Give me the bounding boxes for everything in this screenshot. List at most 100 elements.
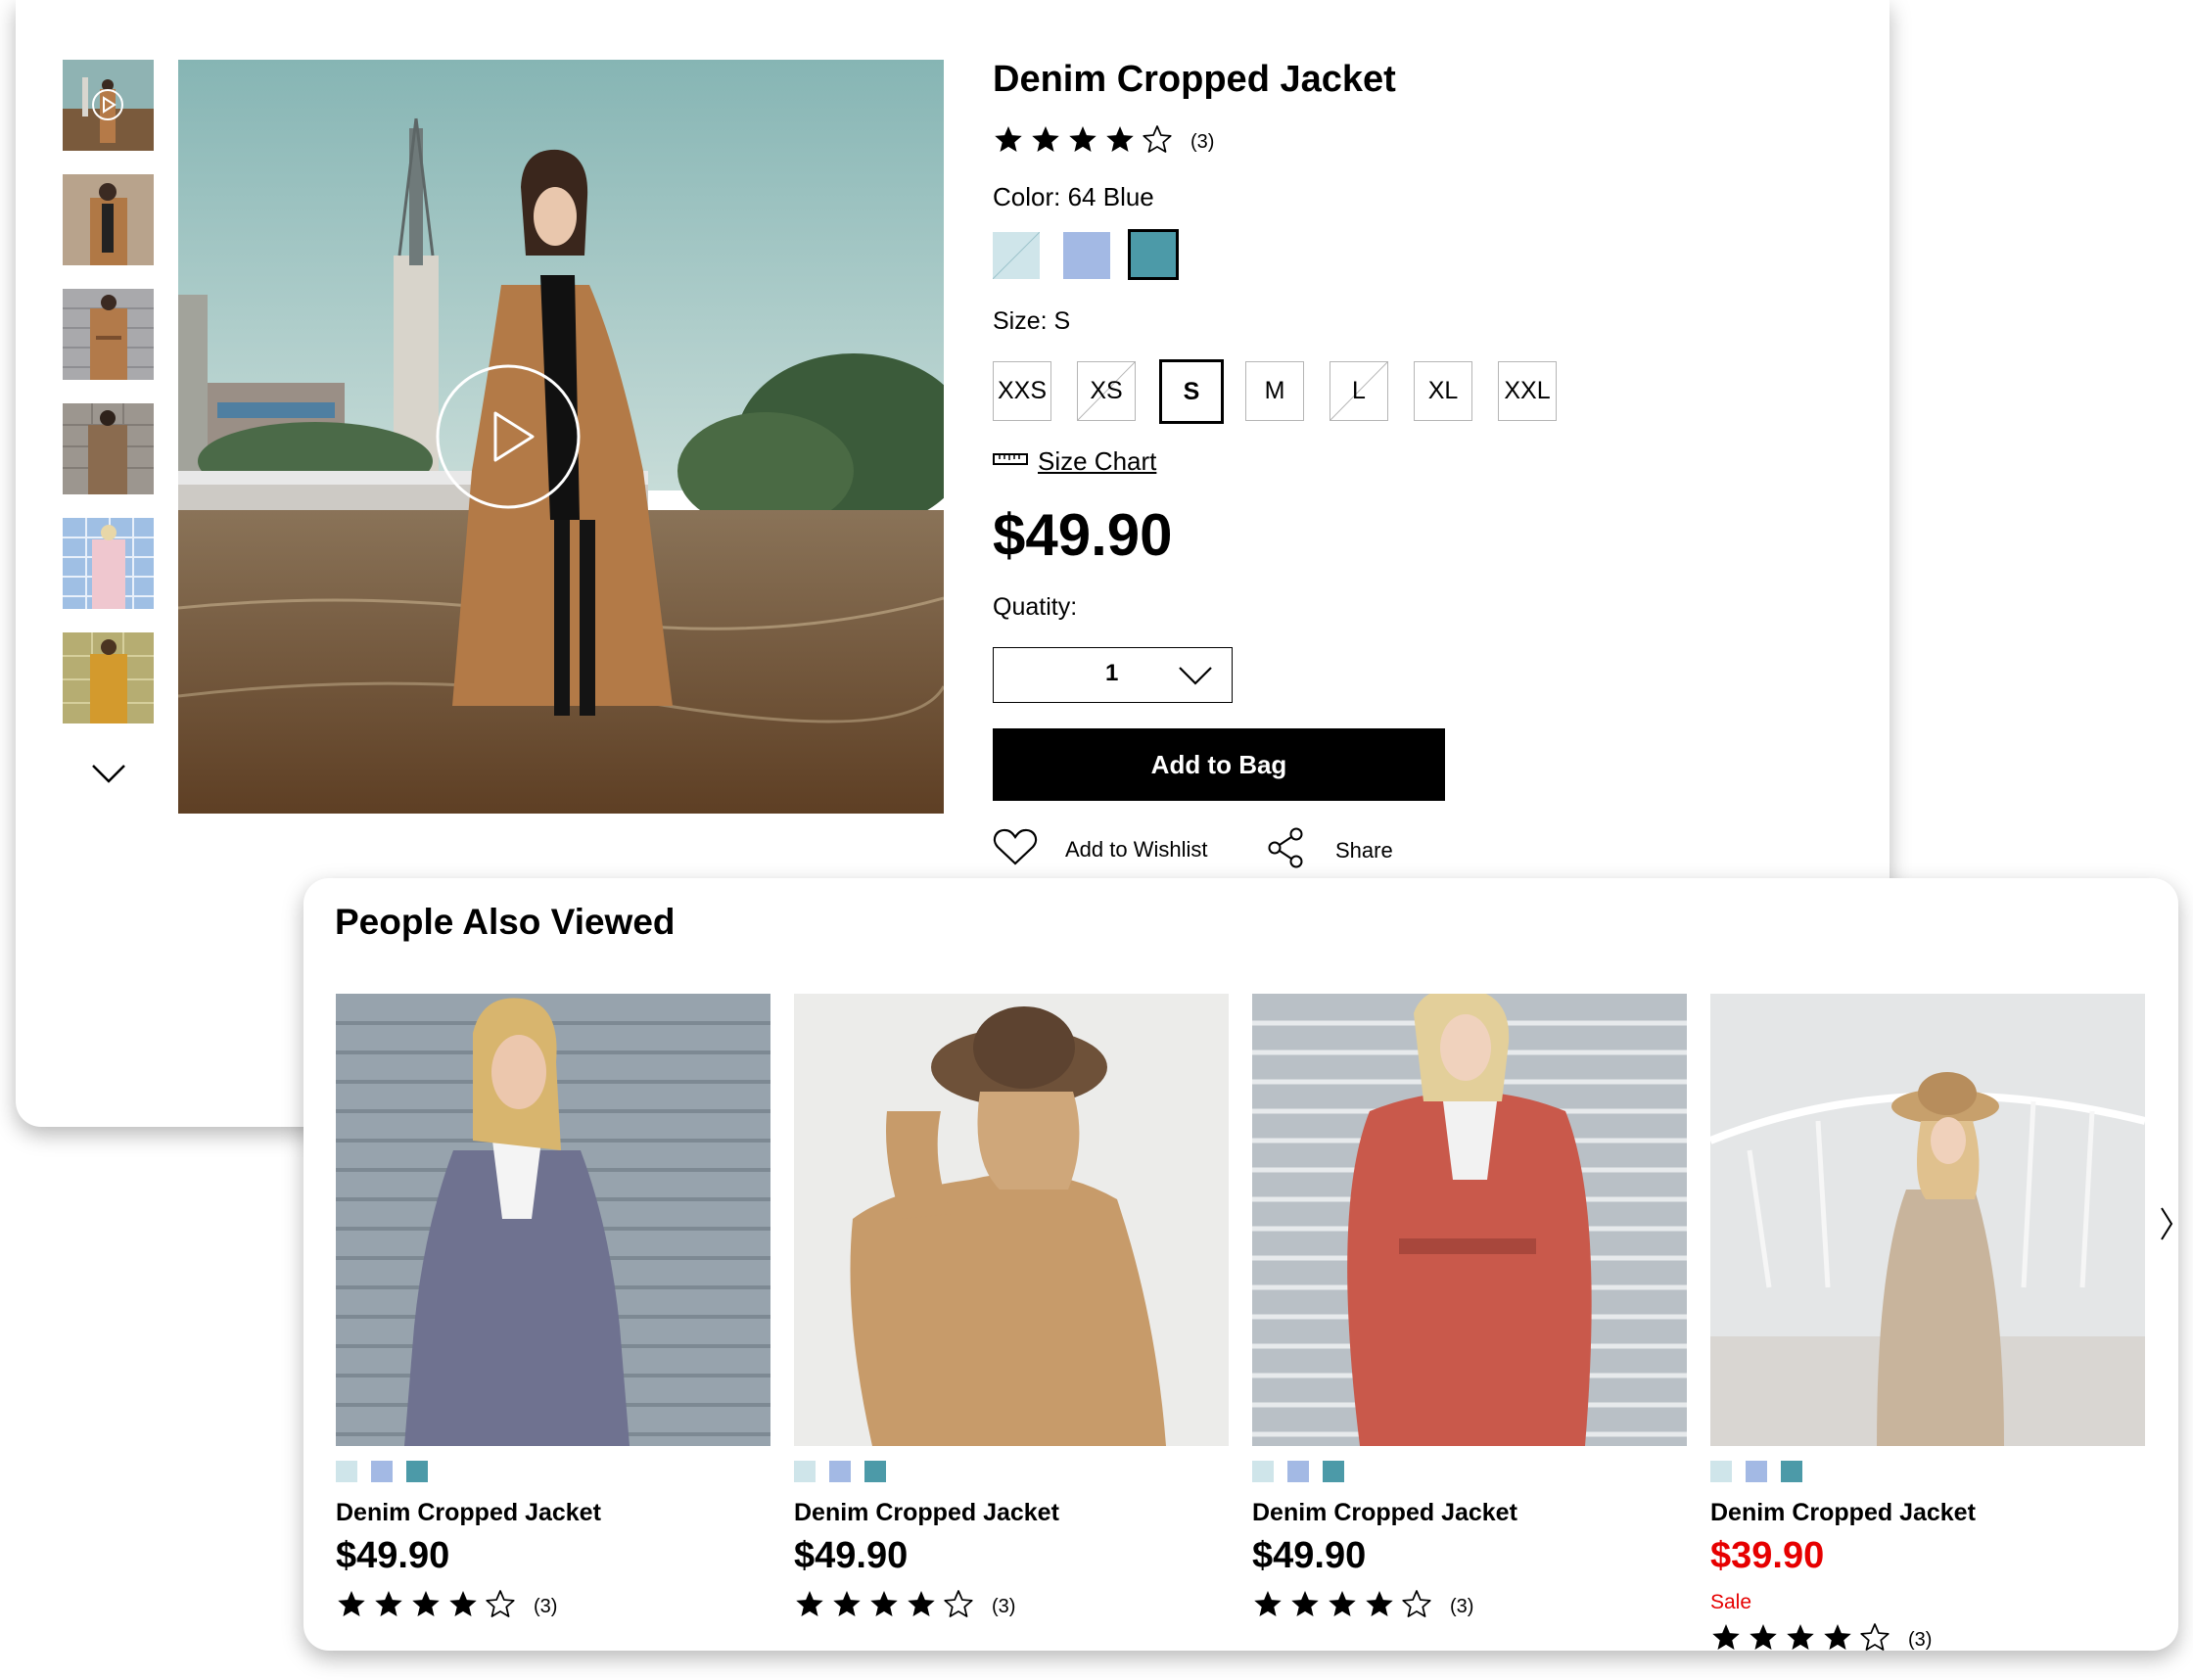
star-empty-icon	[943, 1589, 974, 1625]
color-swatch[interactable]	[336, 1461, 357, 1482]
color-swatch-teal-selected[interactable]	[1128, 229, 1179, 280]
review-count: (3)	[534, 1596, 558, 1617]
recommended-product-image[interactable]	[336, 994, 770, 1446]
star-filled-icon	[794, 1589, 825, 1625]
star-filled-icon	[336, 1589, 367, 1625]
star-empty-icon	[485, 1589, 516, 1625]
color-swatch[interactable]	[1746, 1461, 1767, 1482]
size-option-m[interactable]: M	[1245, 361, 1304, 421]
gallery-thumbnail[interactable]	[63, 403, 154, 494]
chevron-down-icon	[1178, 666, 1213, 690]
color-swatch[interactable]	[829, 1461, 851, 1482]
recommended-product-name[interactable]: Denim Cropped Jacket	[1710, 1499, 2145, 1527]
recommended-product-price: $49.90	[794, 1535, 909, 1576]
star-filled-icon	[1710, 1622, 1742, 1658]
sale-badge: Sale	[1710, 1591, 1752, 1613]
quantity-select[interactable]: 1	[993, 647, 1233, 703]
star-filled-icon	[1104, 124, 1136, 161]
star-empty-icon	[1859, 1622, 1890, 1658]
carousel-next-icon[interactable]	[2158, 1204, 2175, 1243]
recommended-product-sale-price: $39.90	[1710, 1535, 1825, 1576]
star-filled-icon	[1327, 1589, 1358, 1625]
share-label: Share	[1335, 837, 1393, 863]
size-label: Size: S	[993, 307, 1071, 335]
review-count: (3)	[1450, 1596, 1474, 1617]
star-filled-icon	[993, 124, 1024, 161]
color-swatches	[336, 1461, 770, 1482]
recommended-product-name[interactable]: Denim Cropped Jacket	[336, 1499, 770, 1527]
color-swatch[interactable]	[1252, 1461, 1274, 1482]
recommended-product-card[interactable]: Denim Cropped Jacket $39.90 Sale (3)	[1710, 994, 2145, 1658]
gallery-thumbnail[interactable]	[63, 174, 154, 265]
size-option-s-selected[interactable]: S	[1159, 359, 1224, 424]
ruler-icon	[993, 452, 1028, 471]
share-button[interactable]: Share	[1267, 827, 1393, 873]
star-filled-icon	[410, 1589, 442, 1625]
size-option-l-unavailable[interactable]: L	[1330, 361, 1388, 421]
color-swatch[interactable]	[1287, 1461, 1309, 1482]
size-option-xxs[interactable]: XXS	[993, 361, 1051, 421]
share-icon	[1267, 827, 1306, 873]
thumbnails-scroll-down-icon[interactable]	[89, 762, 128, 785]
recommended-product-card[interactable]: Denim Cropped Jacket $49.90 (3)	[336, 994, 770, 1625]
add-to-wishlist-label: Add to Wishlist	[1065, 836, 1208, 862]
color-swatches	[1252, 1461, 1687, 1482]
product-rating[interactable]: (3)	[993, 124, 1214, 161]
star-filled-icon	[1785, 1622, 1816, 1658]
star-empty-icon	[1401, 1589, 1432, 1625]
color-swatch[interactable]	[371, 1461, 393, 1482]
recommended-product-price: $49.90	[1252, 1535, 1367, 1576]
add-to-bag-button[interactable]: Add to Bag	[993, 728, 1445, 801]
color-swatch[interactable]	[1781, 1461, 1802, 1482]
star-empty-icon	[1142, 124, 1173, 161]
recommended-product-card[interactable]: Denim Cropped Jacket $49.90 (3)	[1252, 994, 1687, 1625]
star-filled-icon	[906, 1589, 937, 1625]
size-chart-link[interactable]: Size Chart	[993, 446, 1156, 477]
star-filled-icon	[1364, 1589, 1395, 1625]
recommended-product-name[interactable]: Denim Cropped Jacket	[794, 1499, 1229, 1527]
color-swatch-periwinkle[interactable]	[1063, 232, 1110, 279]
star-filled-icon	[1748, 1622, 1779, 1658]
review-count[interactable]: (3)	[1190, 131, 1214, 154]
gallery-thumbnail[interactable]	[63, 518, 154, 609]
star-filled-icon	[1289, 1589, 1321, 1625]
recommended-product-price: $49.90	[336, 1535, 450, 1576]
people-also-viewed-section: People Also Viewed Denim Cropped Jacket …	[303, 878, 2178, 1651]
quantity-value: 1	[1105, 660, 1119, 686]
color-swatch[interactable]	[864, 1461, 886, 1482]
recommended-product-rating: (3)	[1710, 1622, 2145, 1658]
color-swatch[interactable]	[1710, 1461, 1732, 1482]
gallery-thumbnail[interactable]	[63, 289, 154, 380]
color-swatches	[1710, 1461, 2145, 1482]
quantity-label: Quatity:	[993, 593, 1078, 621]
recommended-product-image[interactable]	[794, 994, 1229, 1446]
size-option-xl[interactable]: XL	[1414, 361, 1472, 421]
color-swatch[interactable]	[794, 1461, 816, 1482]
product-price: $49.90	[993, 502, 1173, 568]
star-filled-icon	[1030, 124, 1061, 161]
star-filled-icon	[447, 1589, 479, 1625]
size-option-xs-unavailable[interactable]: XS	[1077, 361, 1136, 421]
color-swatch[interactable]	[1323, 1461, 1344, 1482]
star-filled-icon	[868, 1589, 900, 1625]
main-product-image[interactable]	[178, 60, 944, 814]
color-swatches	[794, 1461, 1229, 1482]
play-video-button[interactable]	[435, 363, 582, 510]
recommended-product-image[interactable]	[1710, 994, 2145, 1446]
gallery-thumbnail[interactable]	[63, 632, 154, 723]
review-count: (3)	[992, 1596, 1016, 1617]
color-swatch-light-blue[interactable]	[993, 232, 1040, 279]
size-option-xxl[interactable]: XXL	[1498, 361, 1557, 421]
star-filled-icon	[831, 1589, 863, 1625]
color-swatch[interactable]	[406, 1461, 428, 1482]
star-filled-icon	[1252, 1589, 1283, 1625]
recommended-product-image[interactable]	[1252, 994, 1687, 1446]
recommended-product-card[interactable]: Denim Cropped Jacket $49.90 (3)	[794, 994, 1229, 1625]
gallery-thumbnail-video[interactable]	[63, 60, 154, 151]
recommended-product-rating: (3)	[336, 1589, 770, 1625]
add-to-wishlist-button[interactable]: Add to Wishlist	[993, 827, 1208, 871]
size-chart-label[interactable]: Size Chart	[1038, 446, 1156, 477]
recommended-product-name[interactable]: Denim Cropped Jacket	[1252, 1499, 1687, 1527]
product-title: Denim Cropped Jacket	[993, 59, 1396, 100]
star-filled-icon	[1067, 124, 1098, 161]
